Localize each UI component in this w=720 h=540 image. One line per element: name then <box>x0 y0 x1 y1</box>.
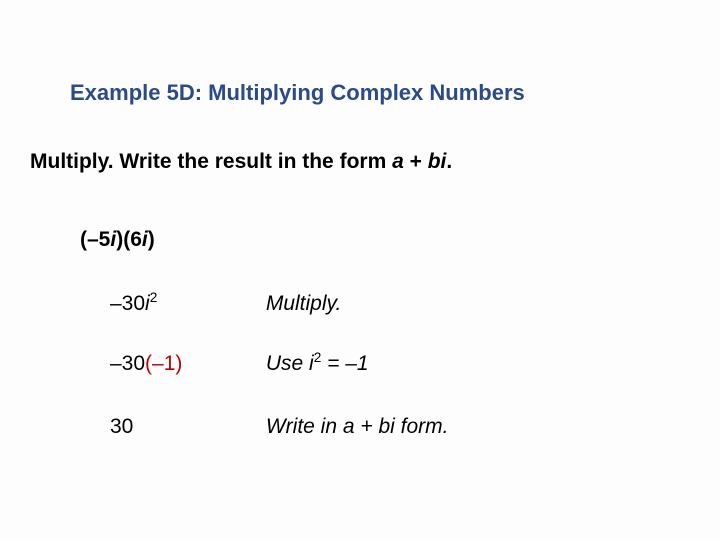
step2-note-lead: Use <box>266 352 309 375</box>
six: 6 <box>130 228 142 251</box>
step-1: –30i2 Multiply. <box>110 290 341 316</box>
step1-m30: –30 <box>110 292 145 315</box>
neg-5: –5 <box>87 228 110 251</box>
example-title: Example 5D: Multiplying Complex Numbers <box>70 80 525 106</box>
step-3-expr: 30 <box>110 415 260 439</box>
step3-val: 30 <box>110 415 133 438</box>
instruction: Multiply. Write the result in the form a… <box>30 150 452 174</box>
step2-m1: –1 <box>152 352 175 375</box>
instruction-plus: + <box>404 150 428 173</box>
instruction-b: b <box>428 150 441 173</box>
step2-note-eq: = <box>321 352 345 375</box>
step2-note-m1: –1 <box>345 352 368 375</box>
slide: Example 5D: Multiplying Complex Numbers … <box>0 0 720 540</box>
instruction-a: a <box>392 150 404 173</box>
step-2-expr: –30(–1) <box>110 352 260 376</box>
step2-m30: –30 <box>110 352 145 375</box>
instruction-lead: Multiply. Write the result in the form <box>30 150 392 173</box>
problem-expression: (–5i)(6i) <box>80 228 155 252</box>
paren-open-1: ( <box>80 228 87 251</box>
instruction-dot: . <box>446 150 452 173</box>
step-1-note: Multiply. <box>266 292 341 315</box>
step1-sq: 2 <box>150 290 158 305</box>
step2-close: ) <box>175 352 182 375</box>
step-1-expr: –30i2 <box>110 290 260 316</box>
step-2: –30(–1) Use i2 = –1 <box>110 350 369 376</box>
step-3-note: Write in a + bi form. <box>266 415 449 438</box>
paren-close-2: ) <box>148 228 155 251</box>
step-3: 30 Write in a + bi form. <box>110 415 448 439</box>
step-2-note: Use i2 = –1 <box>266 352 369 375</box>
step2-open: ( <box>145 352 152 375</box>
